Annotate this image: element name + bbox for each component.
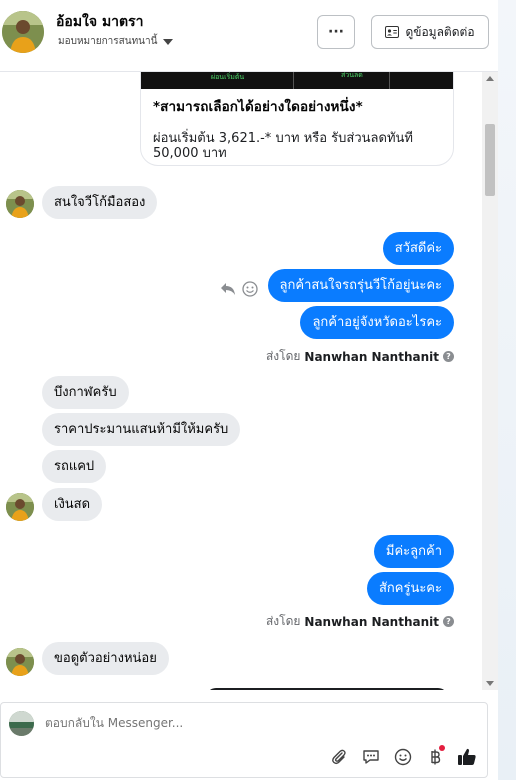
- react-icon[interactable]: [242, 281, 258, 297]
- card-image-label-1: ผ่อนเริ่มต้น: [211, 73, 245, 81]
- outgoing-message[interactable]: ลูกค้าอยู่จังหวัดอะไรคะ: [300, 306, 454, 339]
- info-icon[interactable]: ?: [443, 351, 454, 362]
- card-image-label-2: ส่วนลด: [341, 72, 363, 79]
- more-options-button[interactable]: ···: [317, 15, 355, 49]
- payment-button[interactable]: [425, 745, 445, 767]
- chat-bubble-icon: [363, 750, 379, 764]
- outgoing-message[interactable]: ลูกค้าสนใจรถรุ่นวีโก้อยู่นะคะ: [267, 269, 454, 302]
- card-description: ผ่อนเริ่มต้น 3,621.-* บาท หรือ รับส่วนลด…: [153, 131, 413, 161]
- incoming-message[interactable]: ราคาประมานแสนห้ามีให้มครับ: [42, 413, 241, 446]
- partial-message[interactable]: [206, 688, 448, 690]
- outgoing-message[interactable]: สวัสดีค่ะ: [382, 232, 454, 265]
- reply-icon[interactable]: [220, 282, 236, 296]
- sent-by-name: Nanwhan Nanthanit: [304, 614, 439, 629]
- info-icon[interactable]: ?: [443, 616, 454, 627]
- saved-replies-button[interactable]: [361, 747, 381, 767]
- conversation-header: อ้อมใจ มาตรา มอบหมายการสนทนานี้ ··· ดูข้…: [0, 0, 498, 72]
- contact-avatar[interactable]: [2, 11, 44, 53]
- contact-card-icon: [385, 26, 400, 38]
- like-button[interactable]: [457, 747, 477, 767]
- sender-avatar: [6, 493, 34, 521]
- assign-label: มอบหมายการสนทนานี้: [58, 36, 158, 47]
- chat-scrollbar[interactable]: [482, 72, 498, 690]
- smiley-icon: [394, 748, 412, 766]
- outgoing-message[interactable]: มีค่ะลูกค้า: [373, 535, 454, 568]
- outgoing-message[interactable]: สักครู่นะคะ: [366, 572, 454, 605]
- card-title: *สามารถเลือกได้อย่างใดอย่างหนึ่ง*: [153, 99, 363, 115]
- sent-by-prefix: ส่งโดย: [265, 349, 301, 363]
- notification-dot: [439, 745, 445, 751]
- more-label: ···: [328, 24, 344, 40]
- message-composer: [0, 702, 488, 778]
- reply-input[interactable]: [45, 716, 445, 730]
- right-background-strip: [498, 0, 516, 780]
- product-card-message[interactable]: ผ่อนเริ่มต้น ส่วนลด *สามารถเลือกได้อย่าง…: [140, 72, 454, 166]
- scroll-down-icon[interactable]: [486, 681, 494, 686]
- emoji-button[interactable]: [393, 747, 413, 767]
- card-image-divider: [293, 72, 294, 89]
- sent-by-prefix: ส่งโดย: [265, 614, 301, 628]
- sent-by-label: ส่งโดย Nanwhan Nanthanit ?: [266, 612, 454, 631]
- contact-name[interactable]: อ้อมใจ มาตรา: [56, 11, 144, 33]
- incoming-message[interactable]: สนใจวีโก้มือสอง: [42, 186, 158, 219]
- caret-down-icon: [163, 38, 174, 45]
- sender-avatar: [6, 190, 34, 218]
- contact-info-label: ดูข้อมูลติดต่อ: [405, 24, 475, 39]
- incoming-message[interactable]: เงินสด: [42, 488, 103, 521]
- incoming-message[interactable]: รถแคป: [42, 450, 107, 483]
- card-image: ผ่อนเริ่มต้น ส่วนลด: [141, 72, 453, 89]
- message-actions: [220, 281, 258, 297]
- incoming-message[interactable]: ขอดูตัวอย่างหน่อย: [42, 642, 169, 675]
- composer-toolbar: [329, 745, 477, 767]
- view-contact-info-button[interactable]: ดูข้อมูลติดต่อ: [371, 15, 489, 49]
- assign-conversation-dropdown[interactable]: มอบหมายการสนทนานี้: [58, 34, 174, 49]
- scrollbar-thumb[interactable]: [485, 124, 495, 196]
- scroll-up-icon[interactable]: [486, 76, 494, 81]
- thumbs-up-icon: [458, 748, 476, 765]
- card-image-divider: [389, 72, 390, 89]
- attach-button[interactable]: [329, 747, 349, 767]
- message-thread: ผ่อนเริ่มต้น ส่วนลด *สามารถเลือกได้อย่าง…: [0, 72, 482, 690]
- sent-by-label: ส่งโดย Nanwhan Nanthanit ?: [266, 347, 454, 366]
- paperclip-icon: [332, 749, 346, 765]
- sender-avatar: [6, 648, 34, 676]
- page-avatar: [9, 711, 34, 736]
- sent-by-name: Nanwhan Nanthanit: [304, 349, 439, 364]
- incoming-message[interactable]: บึงกาฬครับ: [42, 376, 129, 409]
